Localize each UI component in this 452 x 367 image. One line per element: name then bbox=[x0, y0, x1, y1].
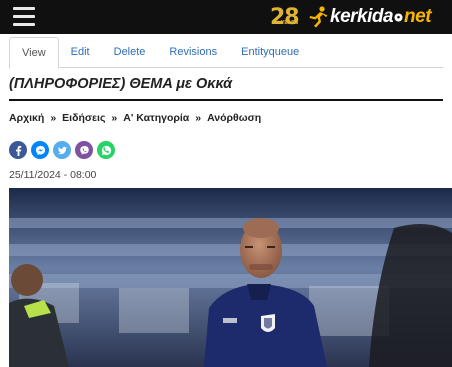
facebook-icon[interactable] bbox=[9, 141, 27, 159]
site-header: 28 YEARS kerkida net bbox=[0, 0, 452, 34]
tab-revisions[interactable]: Revisions bbox=[157, 37, 229, 68]
article-photo bbox=[9, 188, 452, 367]
admin-tabs: View Edit Delete Revisions Entityqueue bbox=[9, 37, 443, 69]
runner-icon bbox=[309, 6, 328, 28]
hamburger-icon[interactable] bbox=[13, 7, 35, 27]
title-divider bbox=[9, 99, 443, 101]
brand-word: kerkida bbox=[330, 6, 394, 27]
share-buttons bbox=[9, 141, 115, 159]
tab-delete[interactable]: Delete bbox=[102, 37, 158, 68]
messenger-icon[interactable] bbox=[31, 141, 49, 159]
breadcrumb-home[interactable]: Αρχική bbox=[9, 112, 44, 124]
article-title: (ΠΛΗΡΟΦΟΡΙΕΣ) ΘΕΜΑ με Οκκά bbox=[9, 76, 233, 92]
breadcrumb-anorthosis[interactable]: Ανόρθωση bbox=[207, 112, 261, 124]
viber-icon[interactable] bbox=[75, 141, 93, 159]
tab-edit[interactable]: Edit bbox=[59, 37, 102, 68]
breadcrumb-separator: » bbox=[111, 112, 118, 124]
breadcrumb-separator: » bbox=[195, 112, 202, 124]
tab-entityqueue[interactable]: Entityqueue bbox=[229, 37, 311, 68]
brand-tld: net bbox=[404, 6, 432, 27]
twitter-icon[interactable] bbox=[53, 141, 71, 159]
anniversary-caption: YEARS bbox=[281, 20, 299, 26]
breadcrumb-news[interactable]: Ειδήσεις bbox=[62, 112, 105, 124]
brand-logo[interactable]: kerkida net bbox=[306, 5, 432, 29]
breadcrumb: Αρχική » Ειδήσεις » Α' Κατηγορία » Ανόρθ… bbox=[9, 112, 261, 124]
football-icon bbox=[394, 12, 403, 22]
anniversary-logo[interactable]: 28 YEARS bbox=[270, 2, 300, 32]
tab-view[interactable]: View bbox=[9, 37, 59, 69]
publish-date: 25/11/2024 - 08:00 bbox=[9, 169, 97, 181]
coach-photo bbox=[9, 188, 452, 367]
breadcrumb-first-division[interactable]: Α' Κατηγορία bbox=[123, 112, 189, 124]
whatsapp-icon[interactable] bbox=[97, 141, 115, 159]
breadcrumb-separator: » bbox=[50, 112, 57, 124]
